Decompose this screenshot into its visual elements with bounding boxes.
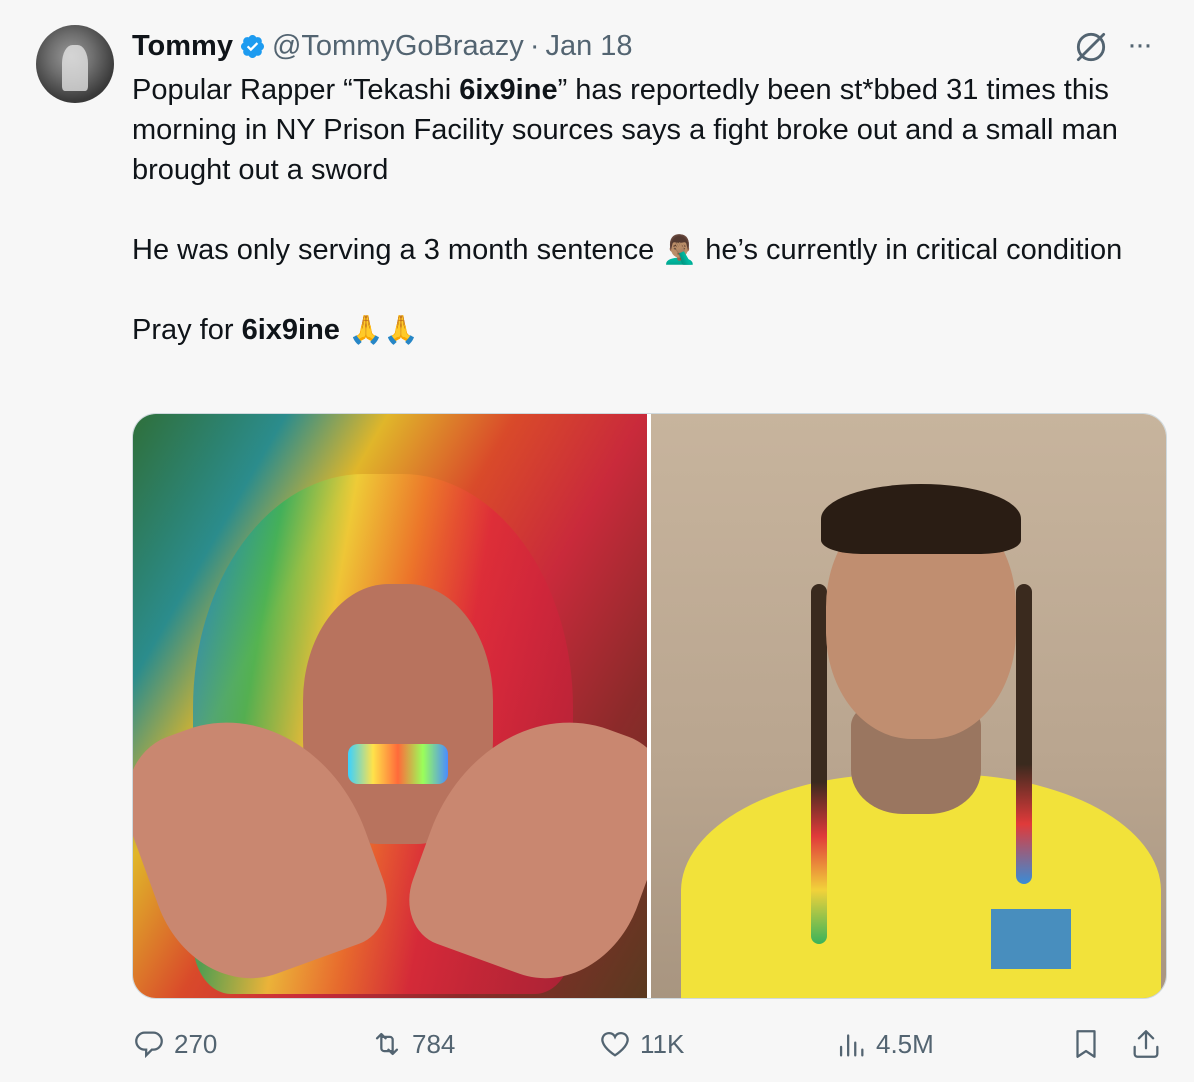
separator-dot: · <box>529 29 540 62</box>
tweet-paragraph-3: Pray for 6ix9ine 🙏🙏 <box>132 313 419 346</box>
share-icon <box>1133 1030 1159 1058</box>
photo-grill <box>348 744 448 784</box>
bookmark-icon <box>1076 1030 1096 1058</box>
photo-hair <box>821 484 1021 554</box>
media-photo-left[interactable] <box>133 414 647 998</box>
tweet-paragraph-2: He was only serving a 3 month sentence 🤦… <box>132 233 1123 266</box>
reply-count: 270 <box>174 1028 218 1059</box>
photo-shirt-logo <box>991 909 1071 969</box>
tweet-header: Tommy @TommyGoBraazy · Jan 18 <box>132 26 633 66</box>
share-button[interactable] <box>1129 1024 1163 1064</box>
verified-badge-icon <box>240 34 265 58</box>
views-button[interactable]: 4.5M <box>834 1024 934 1064</box>
views-count: 4.5M <box>876 1028 934 1059</box>
grok-icon[interactable] <box>1072 28 1110 66</box>
author-name[interactable]: Tommy <box>132 30 233 63</box>
pray-emoji: 🙏🙏 <box>339 313 419 346</box>
repost-button[interactable]: 784 <box>370 1024 455 1064</box>
photo-braid-right <box>1016 584 1032 884</box>
avatar[interactable] <box>36 25 114 103</box>
heart-icon <box>601 1032 629 1057</box>
like-button[interactable]: 11K <box>598 1024 684 1064</box>
like-count: 11K <box>640 1028 685 1059</box>
reply-icon <box>135 1031 163 1059</box>
tweet-text: Popular Rapper “Tekashi 6ix9ine” has rep… <box>132 70 1172 350</box>
more-icon[interactable]: ··· <box>1127 30 1167 60</box>
photo-braid-left <box>811 584 827 944</box>
author-handle[interactable]: @TommyGoBraazy <box>272 30 524 63</box>
tweet-date[interactable]: Jan 18 <box>545 30 632 63</box>
avatar-figure <box>62 45 88 91</box>
views-icon <box>839 1034 864 1057</box>
bookmark-button[interactable] <box>1069 1024 1103 1064</box>
facepalm-emoji: 🤦🏽‍♂️ <box>662 233 698 266</box>
hashtag-6ix9ine: 6ix9ine <box>459 74 558 106</box>
tweet-actions: 270 784 11K 4.5M <box>132 1024 1172 1064</box>
reply-button[interactable]: 270 <box>132 1024 217 1064</box>
tweet-media[interactable] <box>132 413 1167 999</box>
tweet-paragraph-1: Popular Rapper “Tekashi 6ix9ine” has rep… <box>132 74 1118 186</box>
repost-count: 784 <box>412 1028 456 1059</box>
media-photo-right[interactable] <box>651 414 1166 998</box>
repost-icon <box>375 1032 399 1056</box>
